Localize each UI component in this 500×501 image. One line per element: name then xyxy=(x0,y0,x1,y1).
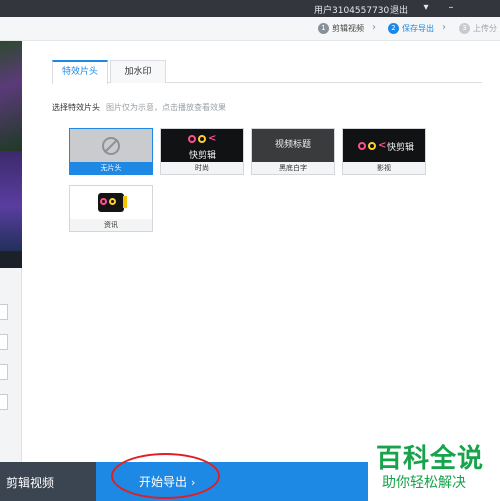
video-frame xyxy=(0,151,22,251)
template-caption: 资讯 xyxy=(70,219,152,231)
logo-ring xyxy=(198,135,206,143)
kuaijianji-logo-icon xyxy=(98,193,127,212)
no-entry-icon xyxy=(102,137,120,155)
cut-video-section[interactable]: 剪辑视频 xyxy=(0,462,96,501)
logo-ring xyxy=(358,142,366,150)
kuaijianji-logo-icon: < xyxy=(358,141,386,151)
template-caption: 时尚 xyxy=(161,162,243,174)
template-thumbnail xyxy=(70,186,152,219)
logout-link[interactable]: 退出 xyxy=(390,3,408,16)
template-film[interactable]: < 快剪辑 影视 xyxy=(342,128,426,175)
template-caption: 无片头 xyxy=(70,162,152,174)
side-control[interactable] xyxy=(0,304,8,320)
logo-ring xyxy=(368,142,376,150)
kuaijianji-logo-icon: < xyxy=(188,134,216,144)
template-news[interactable]: 资讯 xyxy=(69,185,153,232)
template-thumbnail: < 快剪辑 xyxy=(161,129,243,162)
logo-ring xyxy=(109,198,116,205)
template-caption: 影视 xyxy=(343,162,425,174)
chevron-right-icon: › xyxy=(442,22,446,33)
template-thumbnail: 视频标题 xyxy=(252,129,334,162)
step-number: 2 xyxy=(388,23,399,34)
logo-mark: < xyxy=(378,140,387,151)
step-number: 1 xyxy=(318,23,329,34)
side-control[interactable] xyxy=(0,364,8,380)
logo-ring xyxy=(188,135,196,143)
tab-intro-effects[interactable]: 特效片头 xyxy=(52,60,109,84)
watermark-logo: 百科全说 助你轻松解决 xyxy=(368,436,500,501)
template-thumbnail xyxy=(70,129,152,162)
template-thumbnail: < 快剪辑 xyxy=(343,129,425,162)
tab-bar: 特效片头 加水印 xyxy=(52,60,482,84)
watermark-title: 百科全说 xyxy=(376,444,485,474)
top-bar: 用户3104557730 退出 ▾ – xyxy=(0,0,500,17)
step-save-export[interactable]: 2 保存导出 xyxy=(388,23,434,34)
video-controls-strip xyxy=(0,251,22,268)
step-upload[interactable]: 3 上传分 xyxy=(459,23,497,34)
steps-bar: 1 剪辑视频 › 2 保存导出 › 3 上传分 xyxy=(0,17,500,41)
logo-ring xyxy=(100,198,107,205)
template-none[interactable]: 无片头 xyxy=(69,128,153,175)
logo-accent xyxy=(123,196,127,208)
step-number: 3 xyxy=(459,23,470,34)
template-fashion[interactable]: < 快剪辑 时尚 xyxy=(160,128,244,175)
section-title-text: 选择特效片头 xyxy=(52,103,100,112)
video-preview[interactable]: 00 xyxy=(0,41,22,268)
logo-text: 快剪辑 xyxy=(189,151,217,161)
section-note: 图片仅为示意，点击播放查看效果 xyxy=(106,103,226,112)
section-title: 选择特效片头 图片仅为示意，点击播放查看效果 xyxy=(52,102,226,113)
chevron-right-icon: › xyxy=(372,22,376,33)
step-label: 上传分 xyxy=(473,24,497,33)
tab-watermark[interactable]: 加水印 xyxy=(110,60,166,83)
logo-text: 快剪辑 xyxy=(387,143,415,153)
app-window: 用户3104557730 退出 ▾ – 1 剪辑视频 › 2 保存导出 › 3 … xyxy=(0,0,500,501)
annotation-circle xyxy=(111,453,220,499)
side-control[interactable] xyxy=(0,394,8,410)
dropdown-icon[interactable]: ▾ xyxy=(419,1,433,15)
video-frame xyxy=(0,41,22,151)
side-control[interactable] xyxy=(0,334,8,350)
template-black-white-text[interactable]: 视频标题 黑底白字 xyxy=(251,128,335,175)
minimize-icon[interactable]: – xyxy=(444,1,458,15)
user-account[interactable]: 用户3104557730 xyxy=(314,3,389,16)
template-caption: 黑底白字 xyxy=(252,162,334,174)
step-label: 剪辑视频 xyxy=(332,24,364,33)
logo-mark: < xyxy=(208,133,217,144)
watermark-subtitle: 助你轻松解决 xyxy=(382,475,466,491)
step-label: 保存导出 xyxy=(402,24,434,33)
cut-video-button[interactable]: 剪辑视频 xyxy=(6,474,54,491)
step-cut-video[interactable]: 1 剪辑视频 xyxy=(318,23,364,34)
